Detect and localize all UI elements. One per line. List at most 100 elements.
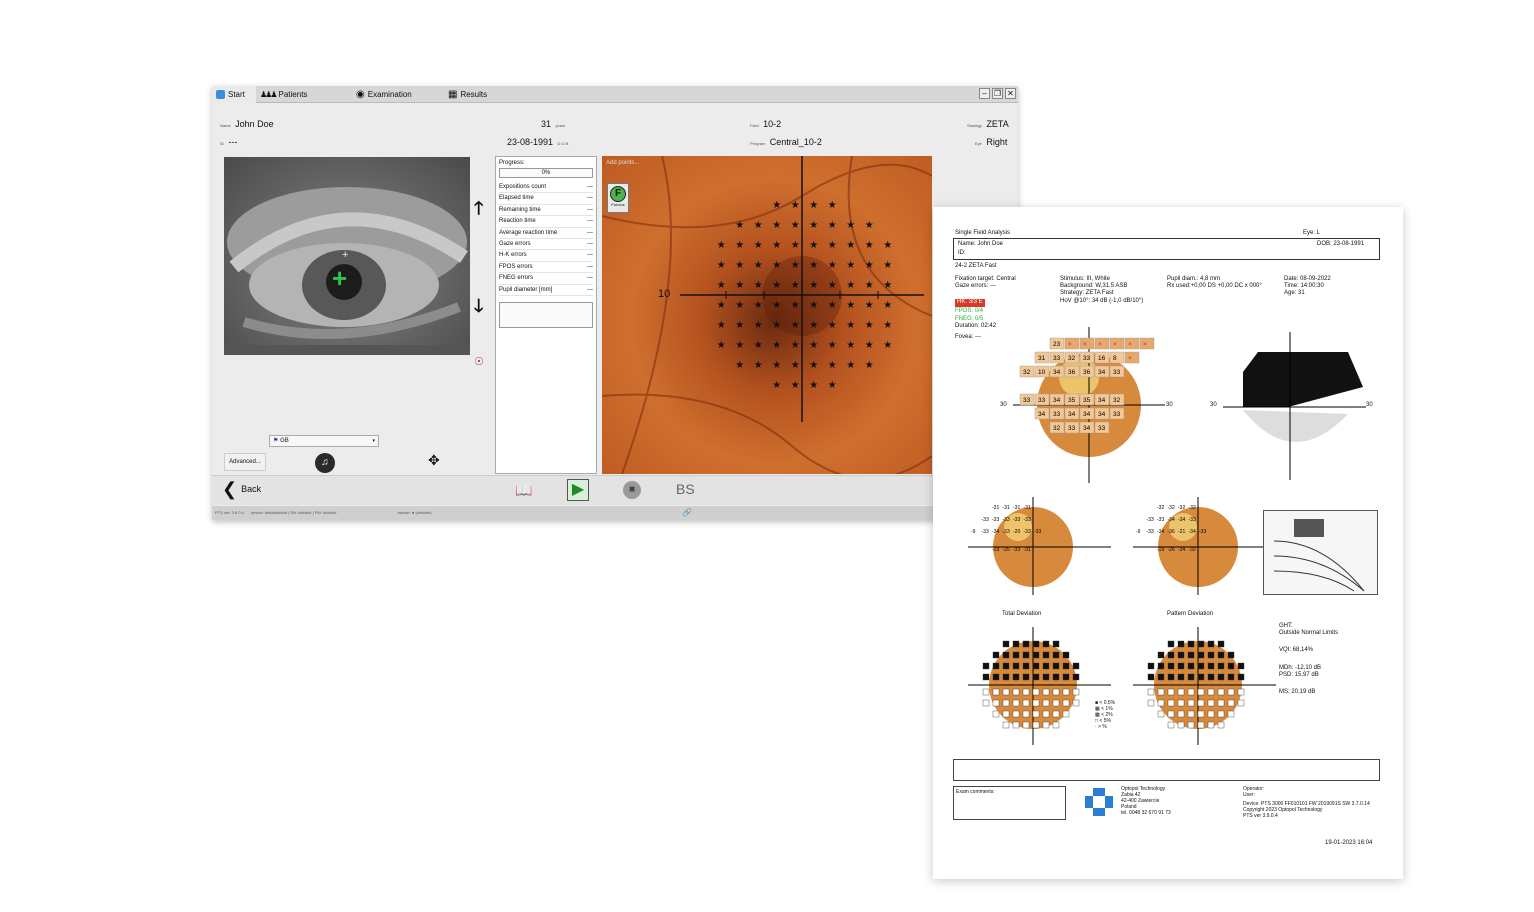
stimulus-point: ★ (754, 300, 763, 311)
blind-spot-button[interactable]: BS (676, 481, 695, 497)
stat-value: --- (587, 195, 593, 202)
stimulus-point: ★ (717, 240, 726, 251)
sensitivity-value: 31 (1038, 355, 1046, 362)
stimulus-point: ★ (772, 220, 781, 231)
probability-symbol (1147, 699, 1155, 707)
deviation-value: -31 (1003, 505, 1010, 511)
stimulus-point: ★ (791, 280, 800, 291)
move-down-button[interactable]: 🡓 (474, 294, 483, 324)
sensitivity-value: 35 (1083, 397, 1091, 404)
reflex-marker-icon: + (342, 249, 349, 261)
stat-label: Reaction time (499, 218, 536, 225)
stimulus-point: ★ (865, 240, 874, 251)
back-arrow-icon: ❮ (222, 479, 238, 499)
start-test-button[interactable]: ▶ (567, 479, 589, 501)
axis-label-left: 30 (1000, 402, 1007, 408)
stat-label: Average reaction time (499, 229, 558, 236)
stimulus-point: ★ (828, 260, 837, 271)
single-field-report: Single Field Analysis Eye: L Name: John … (933, 207, 1403, 879)
vqi: VQI: 68,14% (1279, 647, 1314, 654)
sensitivity-value: 23 (1053, 341, 1061, 348)
book-icon[interactable]: 📖 (515, 482, 532, 499)
comment-box[interactable] (499, 302, 593, 329)
sensitivity-value: × (1113, 341, 1117, 348)
probability-symbol (1012, 640, 1020, 648)
probability-symbol (992, 651, 1000, 659)
stat-value: --- (587, 252, 593, 259)
tab-bar: Start ♟♟♟ Patients ◉ Examination ▦ Resul… (212, 86, 1018, 103)
deviation-value: -25 (1003, 547, 1010, 553)
back-button[interactable]: ❮ Back (222, 480, 261, 498)
dob-label: D.O.B (557, 141, 569, 146)
strategy-value: ZETA (986, 119, 1009, 129)
tab-results[interactable]: ▦ Results (444, 86, 536, 103)
probability-symbol (1217, 721, 1225, 729)
stimulus-point: ★ (735, 240, 744, 251)
stimulus-point: ★ (828, 380, 837, 391)
restore-button[interactable]: ❐ (992, 88, 1003, 99)
probability-symbol (1062, 688, 1070, 696)
probability-symbol (992, 673, 1000, 681)
deviation-value: -33 (1199, 529, 1206, 535)
progress-stat-row: FNEG errors --- (499, 273, 593, 285)
stimulus-point: ★ (828, 240, 837, 251)
probability-symbol (1022, 662, 1030, 670)
probability-symbol (1217, 662, 1225, 670)
deviation-value: -33 (1024, 529, 1031, 535)
status-version: PTS ver: 3.9.0.4 (215, 510, 244, 515)
stat-value: --- (587, 263, 593, 270)
stimulus-point: ★ (846, 340, 855, 351)
sensitivity-plot: 23 × × × × × × 31 33 32 33 16 8 × 32 10 34 36 36 34 33 33 33 34… (1013, 327, 1165, 483)
language-select[interactable]: ⚑ GB ▾ (269, 435, 379, 447)
fundus-toggle-button[interactable]: F Fundus (607, 183, 629, 213)
deviation-value: -21 (1178, 529, 1185, 535)
sensitivity-value: 36 (1068, 369, 1076, 376)
stimulus-point: ★ (828, 220, 837, 231)
stimulus-point: ★ (735, 360, 744, 371)
minimize-button[interactable]: – (979, 88, 990, 99)
sensitivity-value: 34 (1053, 369, 1061, 376)
bottom-toolbar: ❮ Back 📖 ▶ ■ BS (212, 475, 1018, 505)
stat-value: --- (587, 206, 593, 213)
probability-symbol (1062, 710, 1070, 718)
stimulus-point: ★ (809, 260, 818, 271)
probability-symbol (1042, 640, 1050, 648)
mdh: MDh: -12,10 dB (1279, 664, 1322, 671)
sensitivity-value: 33 (1113, 411, 1121, 418)
stimulus-point: ★ (809, 220, 818, 231)
company-address: Optopol Technology Zabia 42 42-400 Zawierc… (1121, 786, 1171, 816)
probability-symbol (1002, 721, 1010, 729)
deviation-value: -33 (1013, 547, 1020, 553)
stimulus-point: ★ (846, 240, 855, 251)
probability-symbol (1227, 699, 1235, 707)
age-unit: years (555, 123, 566, 128)
stimulus-point: ★ (865, 320, 874, 331)
probability-symbol (1002, 699, 1010, 707)
stat-value: --- (587, 184, 593, 190)
deviation-value: -31 (992, 505, 999, 511)
joystick-icon[interactable]: ✥ (428, 452, 440, 469)
tab-patients[interactable]: ♟♟♟ Patients (256, 86, 352, 103)
sensitivity-value: 32 (1068, 355, 1076, 362)
probability-symbol (1032, 673, 1040, 681)
back-label: Back (241, 484, 262, 494)
deviation-value: -33 (992, 517, 999, 523)
stop-button[interactable]: ■ (623, 481, 641, 499)
tab-start[interactable]: Start (212, 86, 256, 103)
probability-symbol (1032, 640, 1040, 648)
probability-symbol (1207, 721, 1215, 729)
stimulus-point: ★ (735, 260, 744, 271)
ght-title: GHT: (1279, 623, 1293, 629)
progress-stat-row: Average reaction time --- (499, 228, 593, 240)
close-button[interactable]: ✕ (1005, 88, 1016, 99)
sound-icon[interactable]: ♫ (315, 453, 335, 473)
tab-examination[interactable]: ◉ Examination (352, 86, 444, 103)
advanced-button[interactable]: Advanced... (224, 453, 266, 471)
sensitivity-value: 32 (1113, 397, 1121, 404)
stimulus-point: ★ (865, 300, 874, 311)
probability-symbol (1227, 662, 1235, 670)
tracking-icon[interactable]: ☉ (474, 355, 484, 368)
progress-title: Progress: (499, 160, 525, 166)
move-up-button[interactable]: 🡑 (474, 196, 483, 226)
probability-symbol (1032, 651, 1040, 659)
